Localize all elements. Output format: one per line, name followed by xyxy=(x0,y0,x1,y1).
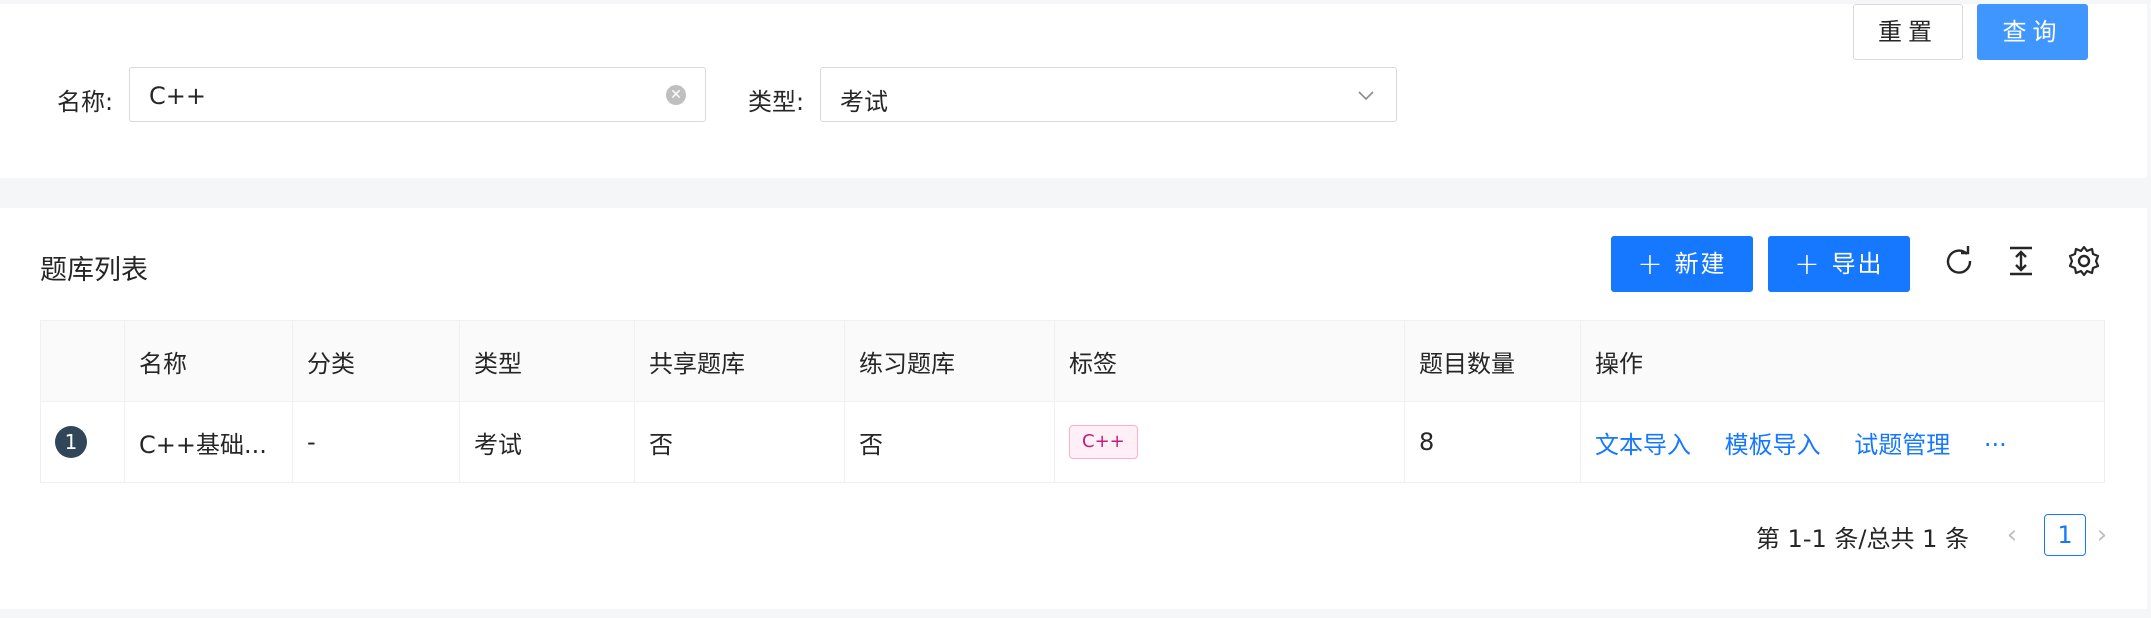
row-count: 8 xyxy=(1404,401,1581,483)
header-category: 分类 xyxy=(292,320,460,402)
plus-icon: + xyxy=(1794,247,1820,282)
table-header-row: 名称 分类 类型 共享题库 练习题库 标签 题目数量 操作 xyxy=(40,320,2105,402)
new-button-label: 新建 xyxy=(1674,250,1727,278)
export-button-label: 导出 xyxy=(1831,250,1884,278)
question-manage-link[interactable]: 试题管理 xyxy=(1854,431,1950,459)
reset-button-label: 重置 xyxy=(1878,18,1938,46)
header-practice: 练习题库 xyxy=(844,320,1055,402)
table-row: 1 C++基础... - 考试 否 否 C++ 8 文本导入 模板导入 试题管理… xyxy=(40,401,2105,483)
query-button[interactable]: 查询 xyxy=(1977,4,2088,60)
refresh-icon[interactable] xyxy=(1942,244,1976,278)
pagination-page-1[interactable]: 1 xyxy=(2044,514,2086,556)
name-input[interactable]: C++ ✕ xyxy=(129,67,706,122)
type-select[interactable]: 考试 xyxy=(820,67,1397,122)
search-panel: 名称: C++ ✕ 类型: 考试 重置 查询 xyxy=(0,4,2147,178)
row-tag-cell: C++ xyxy=(1054,401,1405,483)
header-tag: 标签 xyxy=(1054,320,1405,402)
row-name: C++基础... xyxy=(124,401,293,483)
export-button[interactable]: + 导出 xyxy=(1768,236,1910,292)
row-category: - xyxy=(292,401,460,483)
column-height-icon[interactable] xyxy=(2004,244,2038,278)
row-actions: 文本导入 模板导入 试题管理 ··· xyxy=(1580,401,2105,483)
clear-icon[interactable]: ✕ xyxy=(666,85,686,105)
row-type: 考试 xyxy=(459,401,635,483)
table-panel: 题库列表 + 新建 + 导出 名称 分类 类型 共享题库 练习题库 标签 题目数… xyxy=(0,208,2147,609)
row-shared: 否 xyxy=(634,401,845,483)
text-import-link[interactable]: 文本导入 xyxy=(1595,431,1691,459)
name-input-value: C++ xyxy=(149,82,206,110)
plus-icon: + xyxy=(1637,247,1663,282)
chevron-right-icon[interactable]: › xyxy=(2087,515,2117,555)
row-tag: C++ xyxy=(1069,425,1138,459)
chevron-down-icon xyxy=(1358,91,1374,101)
pagination-summary: 第 1-1 条/总共 1 条 xyxy=(1755,525,1969,553)
type-select-value: 考试 xyxy=(840,88,888,116)
name-label: 名称: xyxy=(57,88,114,116)
new-button[interactable]: + 新建 xyxy=(1611,236,1753,292)
more-actions-icon[interactable]: ··· xyxy=(1984,431,2007,459)
row-practice: 否 xyxy=(844,401,1055,483)
header-type: 类型 xyxy=(459,320,635,402)
query-button-label: 查询 xyxy=(2002,18,2063,46)
row-index-cell: 1 xyxy=(40,401,125,483)
table-title: 题库列表 xyxy=(40,255,148,286)
template-import-link[interactable]: 模板导入 xyxy=(1725,431,1821,459)
header-name: 名称 xyxy=(124,320,293,402)
reset-button[interactable]: 重置 xyxy=(1853,4,1963,60)
header-shared: 共享题库 xyxy=(634,320,845,402)
gear-icon[interactable] xyxy=(2067,244,2101,278)
row-index-badge: 1 xyxy=(55,426,87,458)
header-count: 题目数量 xyxy=(1404,320,1581,402)
type-label: 类型: xyxy=(748,88,805,116)
question-bank-table: 名称 分类 类型 共享题库 练习题库 标签 题目数量 操作 1 C++基础...… xyxy=(40,320,2105,483)
chevron-left-icon[interactable]: ‹ xyxy=(1997,515,2027,555)
header-actions: 操作 xyxy=(1580,320,2105,402)
index-header xyxy=(40,320,125,402)
